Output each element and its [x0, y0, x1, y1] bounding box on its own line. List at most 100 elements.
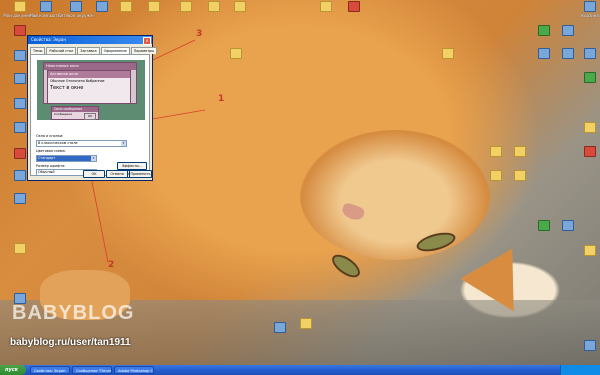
taskbar-item-photoshop[interactable]: Adobe Photoshop CS... [114, 366, 154, 374]
appearance-panel: Неактивное окно Активное окно Обычное От… [30, 54, 150, 178]
folder-glyph-icon [14, 1, 26, 12]
app-glyph-icon [40, 1, 52, 12]
folder-glyph-icon [14, 243, 26, 254]
annotation-3: 3 [196, 29, 203, 39]
apply-button[interactable]: Применить [129, 170, 152, 178]
folder-top-3-icon[interactable] [136, 1, 172, 13]
desktop-wallpaper: Мои документы Мой компьютер Сетевое окруже… [0, 0, 600, 365]
right-mid-4-icon[interactable] [502, 170, 538, 182]
right-mid-2-icon[interactable] [502, 146, 538, 158]
dialog-title: Свойства: Экран [31, 37, 66, 42]
blog-url-text: babyblog.ru/user/tan1911 [10, 337, 131, 348]
redapp-glyph-icon [584, 146, 596, 157]
app-glyph-icon [274, 322, 286, 333]
start-button[interactable]: пуск [0, 365, 26, 375]
folder-glyph-icon [442, 48, 454, 59]
folder-glyph-icon [490, 146, 502, 157]
ok-button[interactable]: OK [83, 170, 105, 178]
effects-button[interactable]: Эффекты... [117, 162, 147, 170]
tab-appearance[interactable]: Оформление [100, 47, 130, 54]
app-glyph-icon [14, 170, 26, 181]
preview-menu-selected: Выбранное [85, 79, 105, 83]
preview-active-title: Активное окно [48, 71, 130, 78]
tab-screensaver[interactable]: Заставка [77, 47, 100, 54]
icon-caption: Корзина [581, 13, 599, 18]
font-size-label: Размер шрифта: [36, 164, 66, 168]
folder-glyph-icon [234, 1, 246, 12]
app-glyph-icon [14, 50, 26, 61]
preview-active-window: Активное окно Обычное Отключено Выбранно… [47, 70, 131, 104]
app-glyph-icon [14, 98, 26, 109]
right-col-6-icon[interactable] [572, 72, 600, 84]
color-scheme-label: Цветовая схема: [36, 149, 66, 153]
redapp-glyph-icon [348, 1, 360, 12]
app-glyph-icon [70, 1, 82, 12]
folder-glyph-icon [120, 1, 132, 12]
font-size-value: Обычный [38, 170, 55, 174]
app-glyph-icon [14, 122, 26, 133]
babyblog-watermark: BABYBLOG [12, 302, 135, 324]
taskbar-item-display-properties[interactable]: Свойства: Экран [30, 366, 70, 374]
app-glyph-icon [538, 48, 550, 59]
right-low-4-icon[interactable] [572, 340, 600, 352]
app-glyph-icon [584, 340, 596, 351]
greenapp-glyph-icon [538, 220, 550, 231]
center-folder-2-icon[interactable] [430, 48, 466, 60]
folder-glyph-icon [584, 245, 596, 256]
center-folder-1-icon[interactable] [218, 48, 254, 60]
trash-icon[interactable]: Корзина [572, 1, 600, 18]
preview-message-box: Окно сообщения Сообщение OK [51, 106, 99, 120]
folder-glyph-icon [300, 318, 312, 329]
right-col-7-icon[interactable] [572, 122, 600, 134]
color-scheme-value: Стандарт [38, 156, 56, 160]
app-glyph-icon [562, 25, 574, 36]
folder-glyph-icon [584, 122, 596, 133]
chevron-down-icon[interactable]: ▾ [91, 156, 96, 161]
display-properties-dialog: Свойства: Экран × Темы Рабочий стол Заст… [27, 35, 157, 181]
redapp-glyph-icon [14, 25, 26, 36]
greenapp-glyph-icon [584, 72, 596, 83]
dialog-tabs: Темы Рабочий стол Заставка Оформление Па… [30, 47, 157, 54]
right-low-2-icon[interactable] [550, 220, 586, 232]
annotation-2: 2 [108, 260, 115, 270]
folder-glyph-icon [320, 1, 332, 12]
app-glyph-icon [584, 48, 596, 59]
greenapp-glyph-icon [538, 25, 550, 36]
system-tray [560, 365, 600, 375]
app-glyph-icon [14, 193, 26, 204]
wallpaper-cat-head [300, 130, 490, 260]
taskbar: пуск Свойства: Экран Сообщение "Печат...… [0, 365, 600, 375]
tab-themes[interactable]: Темы [30, 47, 46, 54]
windows-buttons-value: В классическом стиле [38, 141, 78, 145]
bottom-2-icon[interactable] [288, 318, 324, 330]
app-glyph-icon [14, 73, 26, 84]
folder-glyph-icon [490, 170, 502, 181]
left-col-8-icon[interactable] [2, 193, 38, 205]
preview-menu-normal: Обычное [50, 79, 65, 83]
windows-buttons-select[interactable]: В классическом стиле ▾ [36, 140, 127, 147]
annotation-1: 1 [218, 94, 225, 104]
preview-window-text: Текст в окне [50, 85, 84, 91]
right-col-5-icon[interactable] [572, 48, 600, 60]
right-col-2-icon[interactable] [550, 25, 586, 37]
folder-glyph-icon [514, 146, 526, 157]
folder-top-8-icon[interactable] [336, 1, 372, 13]
cancel-button[interactable]: Отмена [106, 170, 128, 178]
color-scheme-select[interactable]: Стандарт ▾ [36, 155, 97, 162]
taskbar-item-message[interactable]: Сообщение "Печат... [72, 366, 112, 374]
icon-caption: Сетевое окружение [58, 13, 94, 18]
folder-glyph-icon [514, 170, 526, 181]
folder-glyph-icon [208, 1, 220, 12]
right-low-3-icon[interactable] [572, 245, 600, 257]
close-icon[interactable]: × [143, 37, 151, 45]
folder-glyph-icon [230, 48, 242, 59]
dialog-titlebar[interactable]: Свойства: Экран × [28, 36, 152, 45]
folder-top-6-icon[interactable] [222, 1, 258, 13]
right-col-8-icon[interactable] [572, 146, 600, 158]
tab-desktop[interactable]: Рабочий стол [46, 47, 77, 54]
preview-ok-button: OK [84, 113, 96, 120]
preview-inactive-title: Неактивное окно [44, 63, 136, 70]
left-col-9-icon[interactable] [2, 243, 38, 255]
chevron-down-icon[interactable]: ▾ [121, 141, 126, 146]
tab-settings[interactable]: Параметры [130, 47, 157, 54]
